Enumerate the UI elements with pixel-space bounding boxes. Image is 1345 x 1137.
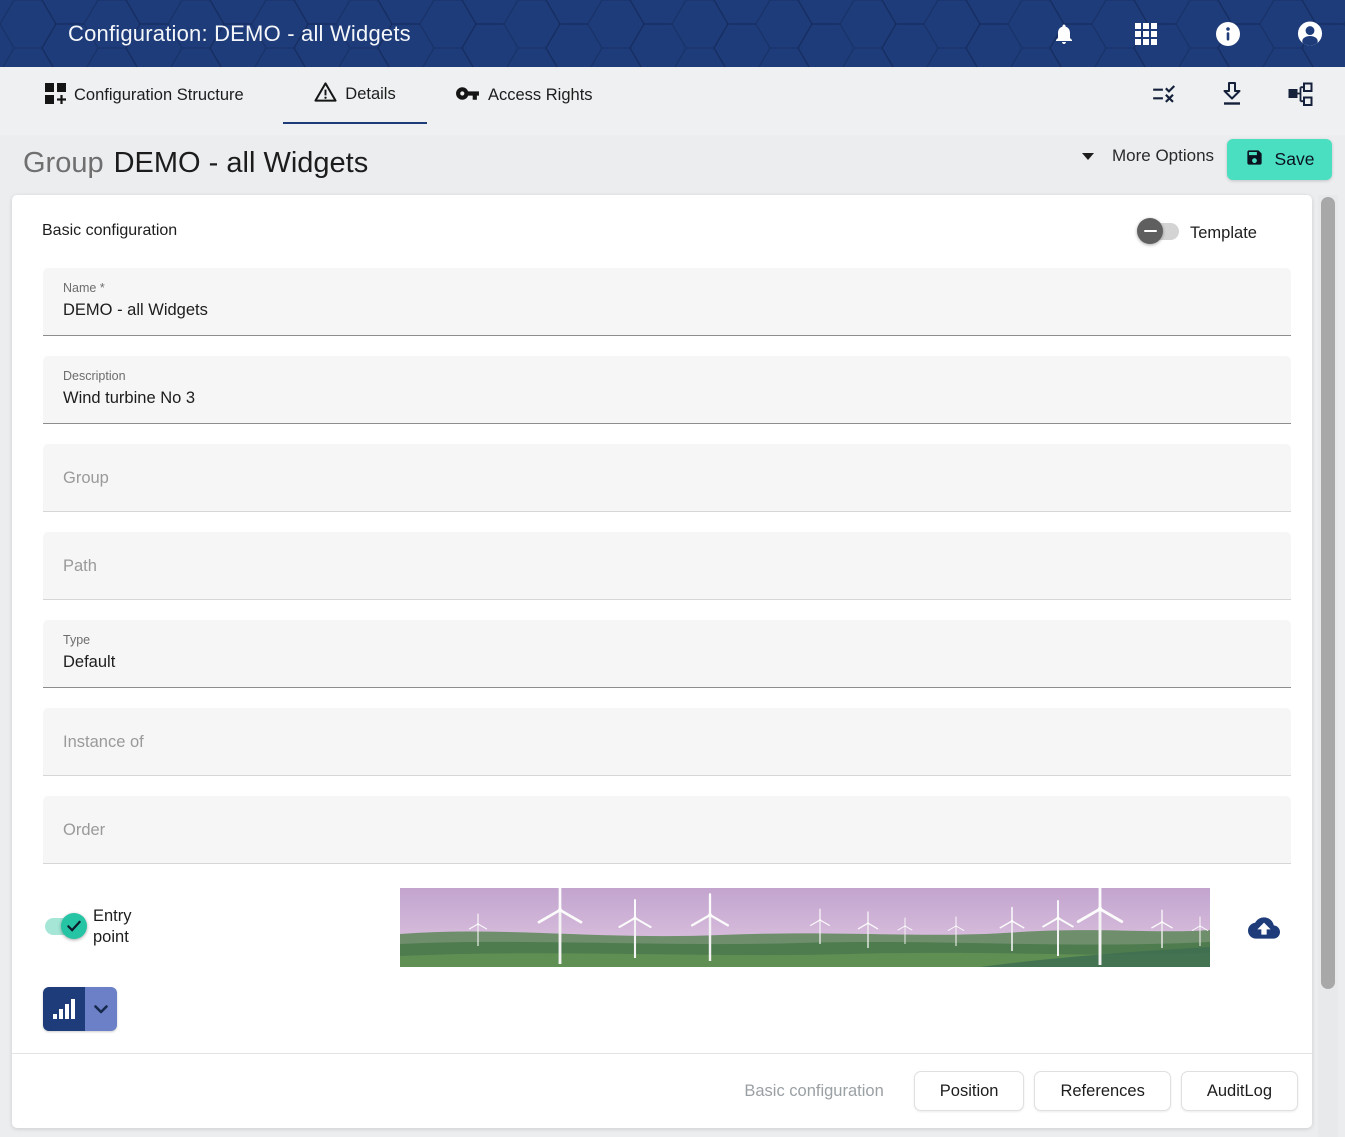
page-title-prefix: Group [23,147,104,179]
minus-icon [1144,230,1157,233]
entry-point-toggle[interactable] [45,918,85,935]
apps-grid-icon[interactable] [1133,21,1159,47]
schema-icon[interactable] [1287,81,1313,107]
entry-point-toggle-track [45,918,85,935]
widget-type-split-button[interactable] [43,987,117,1031]
tab-label: Access Rights [488,86,593,105]
field-label: Type [63,620,1291,647]
save-label: Save [1275,149,1315,170]
path-field[interactable]: Path [43,532,1291,600]
account-icon[interactable] [1297,21,1323,47]
notifications-icon[interactable] [1051,21,1077,47]
position-button[interactable]: Position [914,1071,1025,1111]
footer-current-section: Basic configuration [744,1082,883,1101]
field-value: Default [63,647,1291,672]
type-field[interactable]: Type Default [43,620,1291,688]
order-field[interactable]: Order [43,796,1291,864]
rule-checklist-icon[interactable] [1151,81,1177,107]
scrollbar-thumb[interactable] [1321,197,1335,989]
group-field[interactable]: Group [43,444,1291,512]
warning-triangle-icon [314,81,337,108]
field-placeholder: Path [63,532,1291,600]
entry-point-toggle-thumb [61,913,87,939]
wind-farm-image [400,888,1210,967]
info-icon[interactable] [1215,21,1241,47]
field-value: DEMO - all Widgets [63,295,1291,320]
field-label: Name * [63,268,1291,295]
template-toggle[interactable] [1139,223,1179,240]
save-button[interactable]: Save [1227,139,1332,180]
template-toggle-track [1139,223,1179,240]
references-button[interactable]: References [1034,1071,1170,1111]
scrollbar-track[interactable] [1318,195,1338,1137]
tab-label: Configuration Structure [74,86,244,105]
tab-details[interactable]: Details [283,67,427,124]
upload-image-button[interactable] [1248,912,1280,944]
template-toggle-label: Template [1190,224,1257,243]
tab-label: Details [345,85,395,104]
auditlog-button[interactable]: AuditLog [1181,1071,1298,1111]
section-nav-footer: Basic configuration Position References … [12,1053,1312,1128]
details-panel: Basic configuration Template Name * DEMO… [12,195,1312,1128]
instance-of-field[interactable]: Instance of [43,708,1291,776]
check-icon [65,917,83,935]
page-title: Group DEMO - all Widgets [23,147,368,180]
page-title-name: DEMO - all Widgets [114,147,369,179]
download-icon[interactable] [1219,81,1245,107]
key-icon [455,81,480,111]
template-toggle-thumb [1137,218,1163,244]
entry-point-label: Entry point [93,906,145,948]
bar-chart-icon[interactable] [43,987,85,1031]
save-floppy-icon [1245,148,1264,172]
tab-configuration-structure[interactable]: Configuration Structure [45,67,244,124]
cloud-upload-icon [1248,912,1280,944]
dashboard-customize-icon [45,83,66,109]
app-header: Configuration: DEMO - all Widgets [0,0,1345,67]
window-title: Configuration: DEMO - all Widgets [68,21,411,47]
field-placeholder: Order [63,796,1291,864]
field-placeholder: Group [63,444,1291,512]
caret-down-icon [1082,153,1094,160]
tab-access-rights[interactable]: Access Rights [455,67,593,124]
description-field[interactable]: Description Wind turbine No 3 [43,356,1291,424]
field-value: Wind turbine No 3 [63,383,1291,408]
field-placeholder: Instance of [63,708,1291,776]
more-options-label: More Options [1112,146,1214,166]
more-options-button[interactable]: More Options [1082,146,1214,166]
field-label: Description [63,356,1291,383]
name-field[interactable]: Name * DEMO - all Widgets [43,268,1291,336]
chevron-down-icon[interactable] [85,987,117,1031]
section-title: Basic configuration [42,222,177,240]
tab-bar: Configuration Structure Details Access R… [0,67,1345,135]
